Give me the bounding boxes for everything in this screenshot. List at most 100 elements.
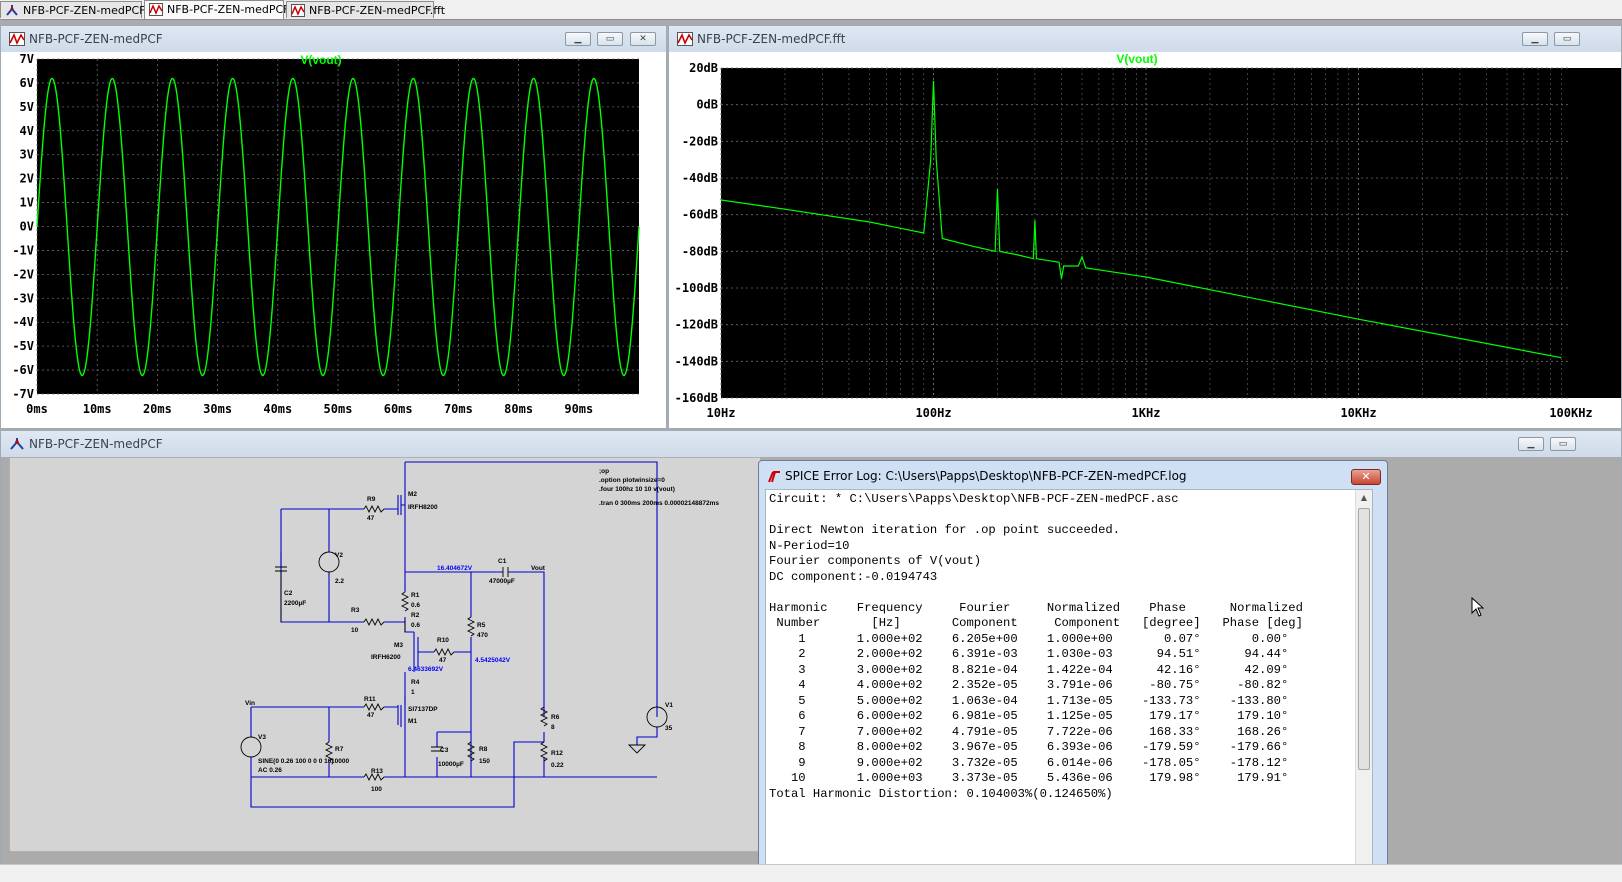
tab-schematic[interactable]: NFB-PCF-ZEN-medPCF bbox=[0, 1, 146, 18]
maximize-button[interactable]: ▭ bbox=[597, 32, 623, 46]
tab-waveform[interactable]: NFB-PCF-ZEN-medPCF bbox=[144, 0, 289, 19]
tab-label: NFB-PCF-ZEN-medPCF.fft bbox=[309, 4, 446, 17]
tab-fft[interactable]: NFB-PCF-ZEN-medPCF.fft bbox=[286, 1, 445, 18]
svg-text:10000µF: 10000µF bbox=[438, 761, 464, 768]
x-tick-label: 10KHz bbox=[1340, 406, 1376, 420]
svg-text:R5: R5 bbox=[477, 622, 486, 629]
mouse-cursor-icon bbox=[1471, 597, 1485, 617]
svg-text:10000: 10000 bbox=[331, 758, 349, 765]
x-tick-label: 60ms bbox=[384, 402, 413, 416]
x-tick-label: 80ms bbox=[504, 402, 533, 416]
svg-text:V3: V3 bbox=[258, 734, 266, 741]
y-tick-label: -2V bbox=[12, 267, 34, 281]
waveform-icon bbox=[677, 32, 693, 46]
window-title: NFB-PCF-ZEN-medPCF bbox=[29, 32, 163, 46]
y-tick-label: -40dB bbox=[682, 171, 718, 185]
tab-label: NFB-PCF-ZEN-medPCF bbox=[23, 4, 146, 17]
svg-text:R7: R7 bbox=[335, 746, 344, 753]
schematic-icon bbox=[6, 5, 18, 16]
window-title: NFB-PCF-ZEN-medPCF.fft bbox=[697, 32, 846, 46]
y-tick-label: -160dB bbox=[675, 391, 718, 405]
svg-text:M3: M3 bbox=[394, 642, 403, 649]
svg-text:16.404672V: 16.404672V bbox=[437, 565, 473, 572]
trace-label: V(vout) bbox=[1116, 53, 1157, 66]
close-button[interactable]: ✕ bbox=[1351, 469, 1381, 485]
vertical-scrollbar[interactable]: ▲ bbox=[1355, 490, 1372, 881]
scroll-up-arrow[interactable]: ▲ bbox=[1356, 490, 1372, 506]
x-tick-label: 100KHz bbox=[1549, 406, 1592, 420]
svg-text:;op: ;op bbox=[599, 468, 609, 475]
svg-text:M2: M2 bbox=[408, 491, 417, 498]
svg-text:Vout: Vout bbox=[531, 565, 546, 572]
y-tick-label: -6V bbox=[12, 363, 34, 377]
tab-label: NFB-PCF-ZEN-medPCF bbox=[167, 3, 290, 16]
window-titlebar[interactable]: NFB-PCF-ZEN-medPCF bbox=[1, 431, 1621, 457]
maximize-button[interactable]: ▭ bbox=[1554, 32, 1580, 46]
y-tick-label: 0V bbox=[20, 220, 34, 234]
y-tick-label: -4V bbox=[12, 315, 34, 329]
window-title: NFB-PCF-ZEN-medPCF bbox=[29, 437, 163, 451]
close-button[interactable]: ✕ bbox=[630, 32, 656, 46]
svg-text:R12: R12 bbox=[551, 750, 563, 757]
log-text-area[interactable]: Circuit: * C:\Users\Papps\Desktop\NFB-PC… bbox=[765, 489, 1373, 882]
minimize-button[interactable]: ▁ bbox=[1518, 437, 1544, 451]
svg-text:M1: M1 bbox=[408, 718, 417, 725]
y-tick-label: 20dB bbox=[689, 61, 718, 75]
svg-text:8: 8 bbox=[551, 724, 555, 731]
x-tick-label: 100Hz bbox=[915, 406, 951, 420]
y-tick-label: -1V bbox=[12, 243, 34, 257]
x-tick-label: 20ms bbox=[143, 402, 172, 416]
svg-text:SINE(0 0.26 100 0 0 0 10): SINE(0 0.26 100 0 0 0 10) bbox=[258, 758, 334, 765]
svg-text:4.5425042V: 4.5425042V bbox=[475, 657, 511, 664]
x-tick-label: 90ms bbox=[564, 402, 593, 416]
schematic-canvas[interactable]: R9 47 M2 IRFH8200 R1 0.6 C2 2200µF V2 2.… bbox=[9, 457, 761, 852]
window-titlebar[interactable]: NFB-PCF-ZEN-medPCF.fft bbox=[669, 26, 1621, 52]
x-tick-label: 1KHz bbox=[1132, 406, 1161, 420]
svg-text:470: 470 bbox=[477, 632, 488, 639]
trace-label: V(vout) bbox=[300, 53, 341, 67]
svg-text:AC 0.26: AC 0.26 bbox=[258, 767, 282, 774]
svg-text:IRFH8200: IRFH8200 bbox=[408, 504, 438, 511]
svg-text:.four 100hz 10 10 v(vout): .four 100hz 10 10 v(vout) bbox=[599, 486, 675, 493]
y-tick-label: 3V bbox=[20, 148, 34, 162]
svg-text:35: 35 bbox=[665, 725, 673, 732]
y-tick-label: 4V bbox=[20, 124, 34, 138]
svg-text:2200µF: 2200µF bbox=[284, 600, 306, 607]
minimize-button[interactable]: ▁ bbox=[1522, 32, 1548, 46]
svg-text:R8: R8 bbox=[479, 746, 488, 753]
svg-text:V2: V2 bbox=[335, 552, 343, 559]
svg-text:R9: R9 bbox=[367, 496, 376, 503]
svg-text:0.6: 0.6 bbox=[411, 622, 420, 629]
dialog-title: SPICE Error Log: C:\Users\Papps\Desktop\… bbox=[785, 469, 1187, 483]
y-tick-label: -60dB bbox=[682, 208, 718, 222]
schematic-icon bbox=[10, 438, 24, 450]
svg-text:47: 47 bbox=[367, 515, 375, 522]
dialog-titlebar[interactable]: SPICE Error Log: C:\Users\Papps\Desktop\… bbox=[759, 461, 1387, 487]
y-tick-label: 6V bbox=[20, 76, 34, 90]
svg-text:C2: C2 bbox=[284, 590, 293, 597]
svg-text:C3: C3 bbox=[440, 747, 449, 754]
y-tick-label: -100dB bbox=[675, 281, 718, 295]
x-tick-label: 70ms bbox=[444, 402, 473, 416]
time-domain-chart[interactable]: 7V 6V 5V 4V 3V 2V 1V 0V -1V -2V -3V -4V -5V -6V -7V 0m… bbox=[7, 53, 662, 423]
svg-text:1: 1 bbox=[411, 689, 415, 696]
time-plot-window: NFB-PCF-ZEN-medPCF ▁ ▭ ✕ 7V 6V 5V 4V 3V 2V 1V 0… bbox=[0, 25, 667, 429]
spice-error-log-dialog: SPICE Error Log: C:\Users\Papps\Desktop\… bbox=[758, 460, 1388, 882]
y-tick-label: 2V bbox=[20, 172, 34, 186]
x-tick-label: 30ms bbox=[203, 402, 232, 416]
maximize-button[interactable]: ▭ bbox=[1550, 437, 1576, 451]
y-tick-label: 0dB bbox=[696, 98, 718, 112]
y-tick-label: -3V bbox=[12, 291, 34, 305]
y-tick-label: -80dB bbox=[682, 244, 718, 258]
plot-background bbox=[721, 68, 1621, 398]
y-tick-label: -5V bbox=[12, 339, 34, 353]
svg-text:150: 150 bbox=[479, 758, 490, 765]
svg-text:47000µF: 47000µF bbox=[489, 578, 515, 585]
svg-text:0.22: 0.22 bbox=[551, 762, 564, 769]
scrollbar-thumb[interactable] bbox=[1358, 508, 1370, 770]
svg-text:0.6: 0.6 bbox=[411, 602, 420, 609]
x-tick-label: 10ms bbox=[83, 402, 112, 416]
fft-chart[interactable]: 20dB 0dB -20dB -40dB -60dB -80dB -100dB -120dB -… bbox=[669, 53, 1621, 423]
minimize-button[interactable]: ▁ bbox=[565, 32, 591, 46]
log-text: Circuit: * C:\Users\Papps\Desktop\NFB-PC… bbox=[769, 492, 1303, 801]
